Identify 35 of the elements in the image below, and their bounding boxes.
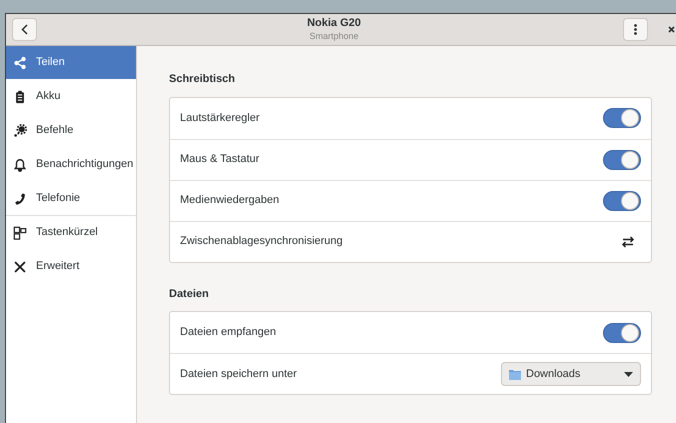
toggle-switch[interactable]	[603, 322, 641, 342]
sidebar-item[interactable]: Tastenkürzel	[6, 216, 136, 249]
toggle-switch[interactable]	[603, 190, 641, 210]
sidebar-item[interactable]: Befehle	[6, 114, 136, 147]
sidebar-item[interactable]: Teilen	[6, 46, 136, 79]
gear-icon	[13, 124, 27, 138]
sync-arrows-icon[interactable]	[621, 236, 635, 248]
battery-icon	[13, 90, 27, 104]
sidebar-item[interactable]: Akku	[6, 80, 136, 113]
row-label: Maus & Tastatur	[180, 152, 260, 168]
row-label: Lautstärkeregler	[180, 110, 260, 126]
sidebar-item[interactable]: Telefonie	[6, 182, 136, 215]
bell-icon	[13, 158, 27, 172]
window-title: Nokia G20	[307, 17, 361, 31]
window-subtitle: Smartphone	[309, 30, 359, 42]
row-label: Dateien empfangen	[180, 325, 276, 340]
menu-icon	[634, 24, 637, 35]
row-label: Dateien speichern unter	[180, 366, 297, 382]
row-label: Medienwiedergaben	[180, 193, 280, 208]
caret-icon	[624, 372, 633, 376]
toggle-switch[interactable]	[603, 150, 641, 170]
phone-icon	[13, 192, 27, 206]
keyboard-keys-icon	[13, 226, 27, 240]
row-label: Zwischenablagesynchronisierung	[180, 234, 343, 250]
sidebar-item[interactable]: Benachrichtigungen	[6, 148, 136, 181]
back-button[interactable]	[12, 18, 37, 41]
folder-icon	[509, 368, 521, 380]
share-icon	[13, 56, 27, 70]
toggle-switch[interactable]	[603, 108, 641, 128]
section-heading: Dateien	[169, 286, 209, 302]
folder-dropdown[interactable]: Downloads	[501, 362, 641, 386]
section-heading: Schreibtisch	[169, 72, 236, 87]
close-icon[interactable]	[668, 26, 675, 33]
sidebar-item[interactable]: Erweitert	[6, 250, 136, 283]
menu-button[interactable]	[623, 18, 648, 41]
